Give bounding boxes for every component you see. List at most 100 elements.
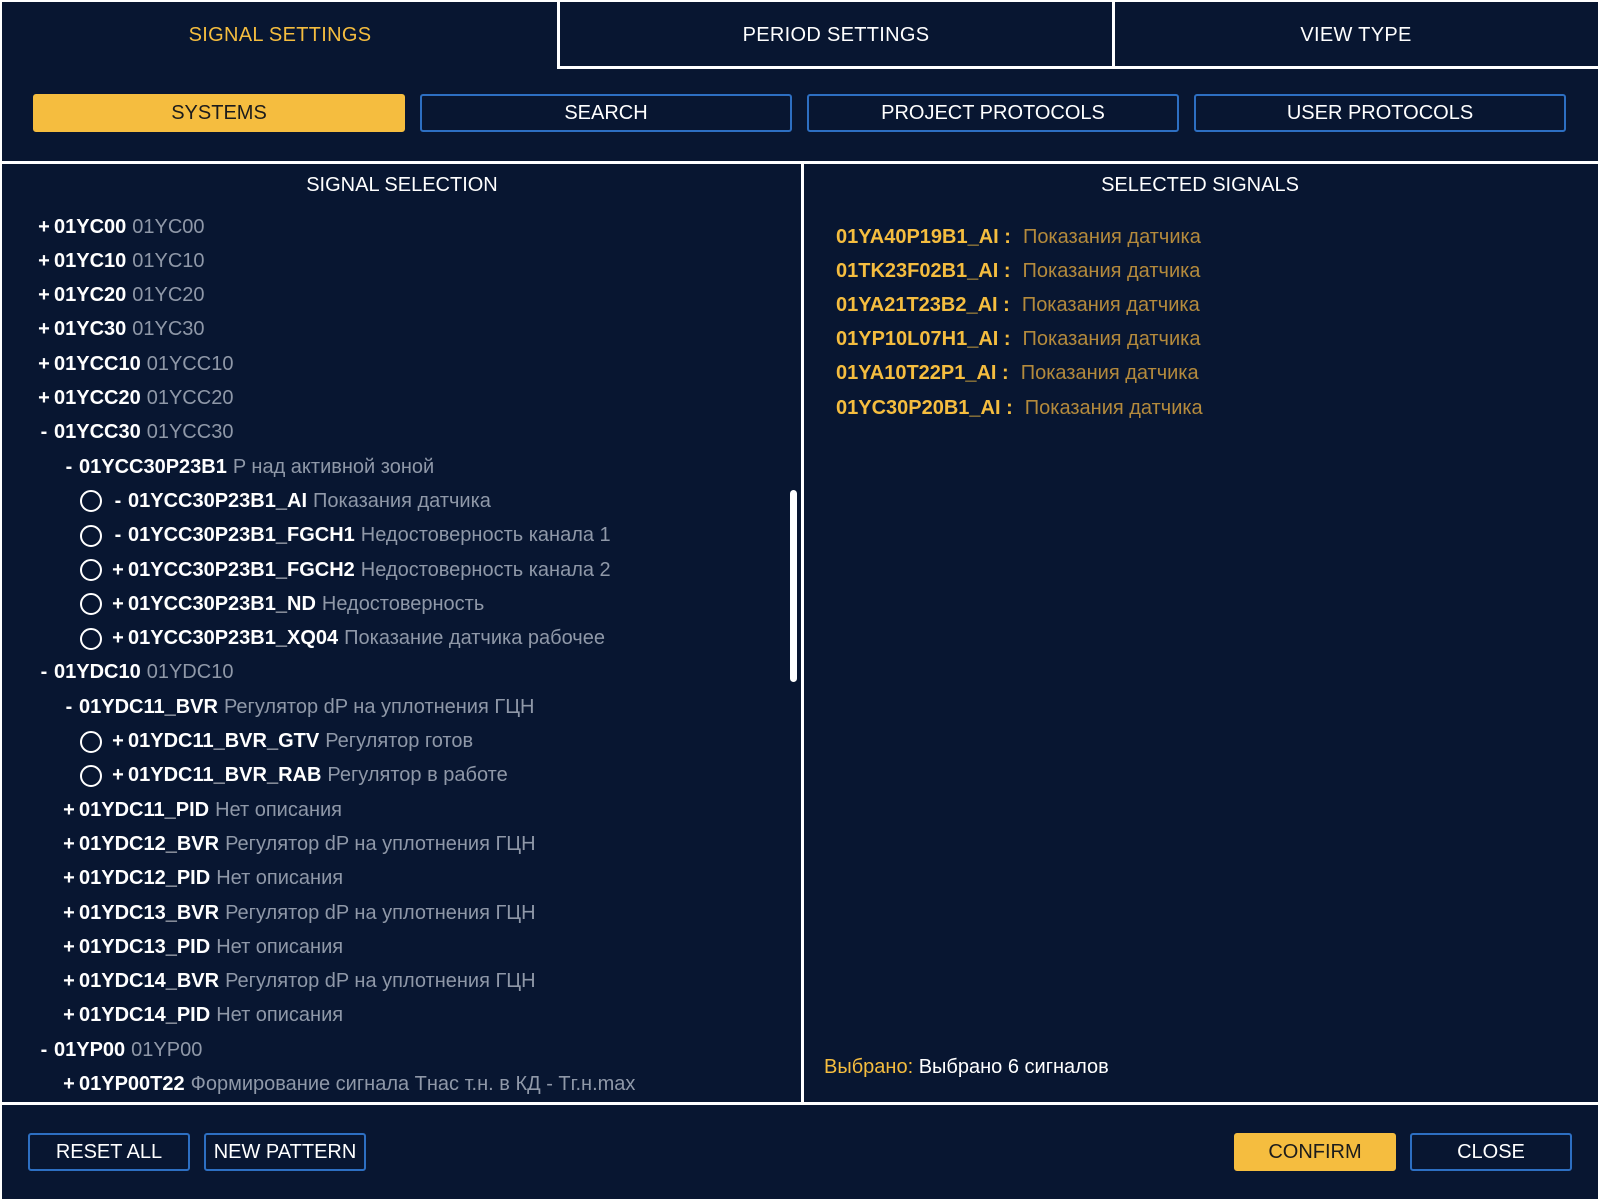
select-radio[interactable] — [80, 627, 102, 650]
tree-row[interactable]: +01YDC12_BVR Регулятор dP на уплотнения Г… — [61, 827, 535, 861]
selected-signal-description: Показания датчика — [1020, 362, 1199, 385]
select-radio[interactable] — [80, 764, 102, 787]
expand-toggle[interactable]: + — [61, 833, 77, 856]
tree-row[interactable]: -01YDC11_BVR Регулятор dP на уплотнения Г… — [61, 690, 535, 724]
tree-row[interactable]: -01YCC30P23B1_AI Показания датчика — [80, 484, 491, 518]
expand-toggle[interactable]: + — [36, 318, 52, 341]
tree-row[interactable]: +01YC30 01YC30 — [36, 313, 204, 347]
tree-row[interactable]: -01YCC30P23B1 P над активной зоной — [61, 450, 435, 484]
collapse-toggle[interactable]: - — [61, 696, 77, 719]
signal-description: 01YDC10 — [146, 661, 234, 684]
selected-signal-row[interactable]: 01YA10T22P1_AI : Показания датчика — [836, 357, 1199, 391]
signal-description: 01YC00 — [132, 215, 205, 238]
collapse-toggle[interactable]: - — [36, 661, 52, 684]
tree-row[interactable]: +01YDC11_BVR_RAB Регулятор в работе — [80, 759, 508, 793]
expand-toggle[interactable]: + — [110, 730, 126, 753]
collapse-toggle[interactable]: - — [36, 421, 52, 444]
selected-signal-row[interactable]: 01TK23F02B1_AI : Показания датчика — [836, 254, 1200, 288]
tree-row[interactable]: +01YDC13_BVR Регулятор dP на уплотнения Г… — [61, 896, 536, 930]
tree-row[interactable]: +01YDC11_PID Нет описания — [61, 793, 342, 827]
expand-toggle[interactable]: + — [110, 559, 126, 582]
expand-toggle[interactable]: + — [61, 902, 77, 925]
search-button[interactable]: SEARCH — [420, 94, 792, 132]
collapse-toggle[interactable]: - — [110, 524, 126, 547]
signal-description: Регулятор dP на уплотнения ГЦН — [225, 901, 536, 924]
collapse-toggle[interactable]: - — [110, 490, 126, 513]
selected-signal-row[interactable]: 01YP10L07H1_AI : Показания датчика — [836, 323, 1200, 357]
signal-code: 01YCC20 — [54, 387, 141, 409]
signal-description: Нет описания — [215, 798, 342, 821]
signal-code: 01YDC14_PID — [79, 1004, 211, 1027]
signal-description: Регулятор готов — [325, 730, 474, 752]
select-radio[interactable] — [80, 559, 102, 581]
expand-toggle[interactable]: + — [36, 216, 52, 239]
tab-signal-settings[interactable]: SIGNAL SETTINGS — [2, 2, 558, 68]
tab-view-type[interactable]: VIEW TYPE — [1114, 2, 1598, 68]
expand-toggle[interactable]: + — [61, 867, 77, 890]
signal-code: 01YDC13_BVR — [79, 901, 220, 924]
expand-toggle[interactable]: + — [36, 250, 52, 273]
systems-button[interactable]: SYSTEMS — [33, 94, 405, 132]
tab-period-settings[interactable]: PERIOD SETTINGS — [558, 2, 1114, 68]
select-radio[interactable] — [80, 593, 102, 616]
tree-row[interactable]: -01YCC30P23B1_FGCH1 Недостоверность канал… — [80, 519, 611, 553]
selected-signal-description: Показания датчика — [1022, 259, 1201, 282]
expand-toggle[interactable]: + — [61, 1004, 77, 1027]
selected-signal-row[interactable]: 01YC30P20B1_AI : Показания датчика — [836, 391, 1203, 425]
selected-signal-row[interactable]: 01YA40P19B1_AI : Показания датчика — [836, 220, 1201, 254]
selected-signal-description: Показания датчика — [1022, 225, 1201, 248]
signal-description: Регулятор dP на уплотнения ГЦН — [225, 970, 536, 993]
tree-row[interactable]: +01YDC12_PID Нет описания — [61, 862, 343, 896]
tree-row[interactable]: -01YCC30 01YCC30 — [36, 416, 234, 450]
signal-code: 01YCC30 — [54, 421, 141, 444]
tree-row[interactable]: +01YCC30P23B1_FGCH2 Недостоверность канал… — [80, 553, 611, 587]
tree-row[interactable]: +01YDC14_PID Нет описания — [61, 999, 343, 1033]
tree-row[interactable]: +01YC10 01YC10 — [36, 244, 204, 278]
collapse-toggle[interactable]: - — [36, 1039, 52, 1062]
summary-value: Выбрано 6 сигналов — [918, 1056, 1109, 1078]
signal-tree[interactable]: +01YC00 01YC00 +01YC10 01YC10 +01YC20 01YC20 +… — [2, 210, 782, 1098]
expand-toggle[interactable]: + — [61, 936, 77, 959]
close-button[interactable]: CLOSE — [1410, 1133, 1572, 1171]
expand-toggle[interactable]: + — [61, 970, 77, 993]
project-protocols-button[interactable]: PROJECT PROTOCOLS — [807, 94, 1179, 132]
tab-divider — [1112, 2, 1115, 69]
expand-toggle[interactable]: + — [110, 764, 126, 787]
selected-signal-code: 01YA40P19B1_AI : — [836, 225, 1011, 248]
collapse-toggle[interactable]: - — [61, 456, 77, 479]
tree-row[interactable]: +01YCC10 01YCC10 — [36, 347, 233, 381]
selected-signal-code: 01YA21T23B2_AI : — [836, 293, 1010, 316]
panels-top-border — [2, 161, 1598, 164]
tree-row[interactable]: +01YDC13_PID Нет описания — [61, 930, 343, 964]
select-radio[interactable] — [80, 490, 102, 513]
select-radio[interactable] — [80, 524, 102, 547]
signal-description: Нет описания — [216, 1004, 344, 1027]
expand-toggle[interactable]: + — [61, 799, 77, 822]
expand-toggle[interactable]: + — [110, 627, 126, 650]
tree-row[interactable]: +01YCC30P23B1_XQ04 Показание датчика рабо… — [80, 622, 605, 656]
expand-toggle[interactable]: + — [110, 593, 126, 616]
reset-all-button[interactable]: RESET ALL — [28, 1133, 190, 1171]
expand-toggle[interactable]: + — [36, 284, 52, 307]
signal-code: 01YC00 — [54, 215, 127, 238]
tree-row[interactable]: +01YP00T22 Формирование сигнала Тнас т.н.… — [61, 1068, 635, 1099]
expand-toggle[interactable]: + — [61, 1073, 77, 1096]
selected-signal-code: 01YA10T22P1_AI : — [836, 362, 1009, 385]
expand-toggle[interactable]: + — [36, 387, 52, 410]
tree-row[interactable]: +01YCC20 01YCC20 — [36, 382, 233, 416]
tree-scrollbar[interactable] — [790, 490, 797, 682]
tree-row[interactable]: -01YP00 01YP00 — [36, 1033, 203, 1067]
tree-row[interactable]: +01YDC14_BVR Регулятор dP на уплотнения Г… — [61, 965, 536, 999]
new-pattern-button[interactable]: NEW PATTERN — [204, 1133, 366, 1171]
select-radio[interactable] — [80, 730, 102, 753]
confirm-button[interactable]: CONFIRM — [1234, 1133, 1396, 1171]
selected-signal-row[interactable]: 01YA21T23B2_AI : Показания датчика — [836, 288, 1200, 322]
tree-row[interactable]: -01YDC10 01YDC10 — [36, 656, 234, 690]
expand-toggle[interactable]: + — [36, 353, 52, 376]
user-protocols-button[interactable]: USER PROTOCOLS — [1194, 94, 1566, 132]
tree-row[interactable]: +01YDC11_BVR_GTV Регулятор готов — [80, 725, 473, 759]
tree-row[interactable]: +01YC20 01YC20 — [36, 279, 204, 313]
tree-row[interactable]: +01YCC30P23B1_ND Недостоверность — [80, 587, 484, 621]
tree-row[interactable]: +01YC00 01YC00 — [36, 210, 205, 244]
signal-code: 01YDC13_PID — [79, 935, 211, 958]
